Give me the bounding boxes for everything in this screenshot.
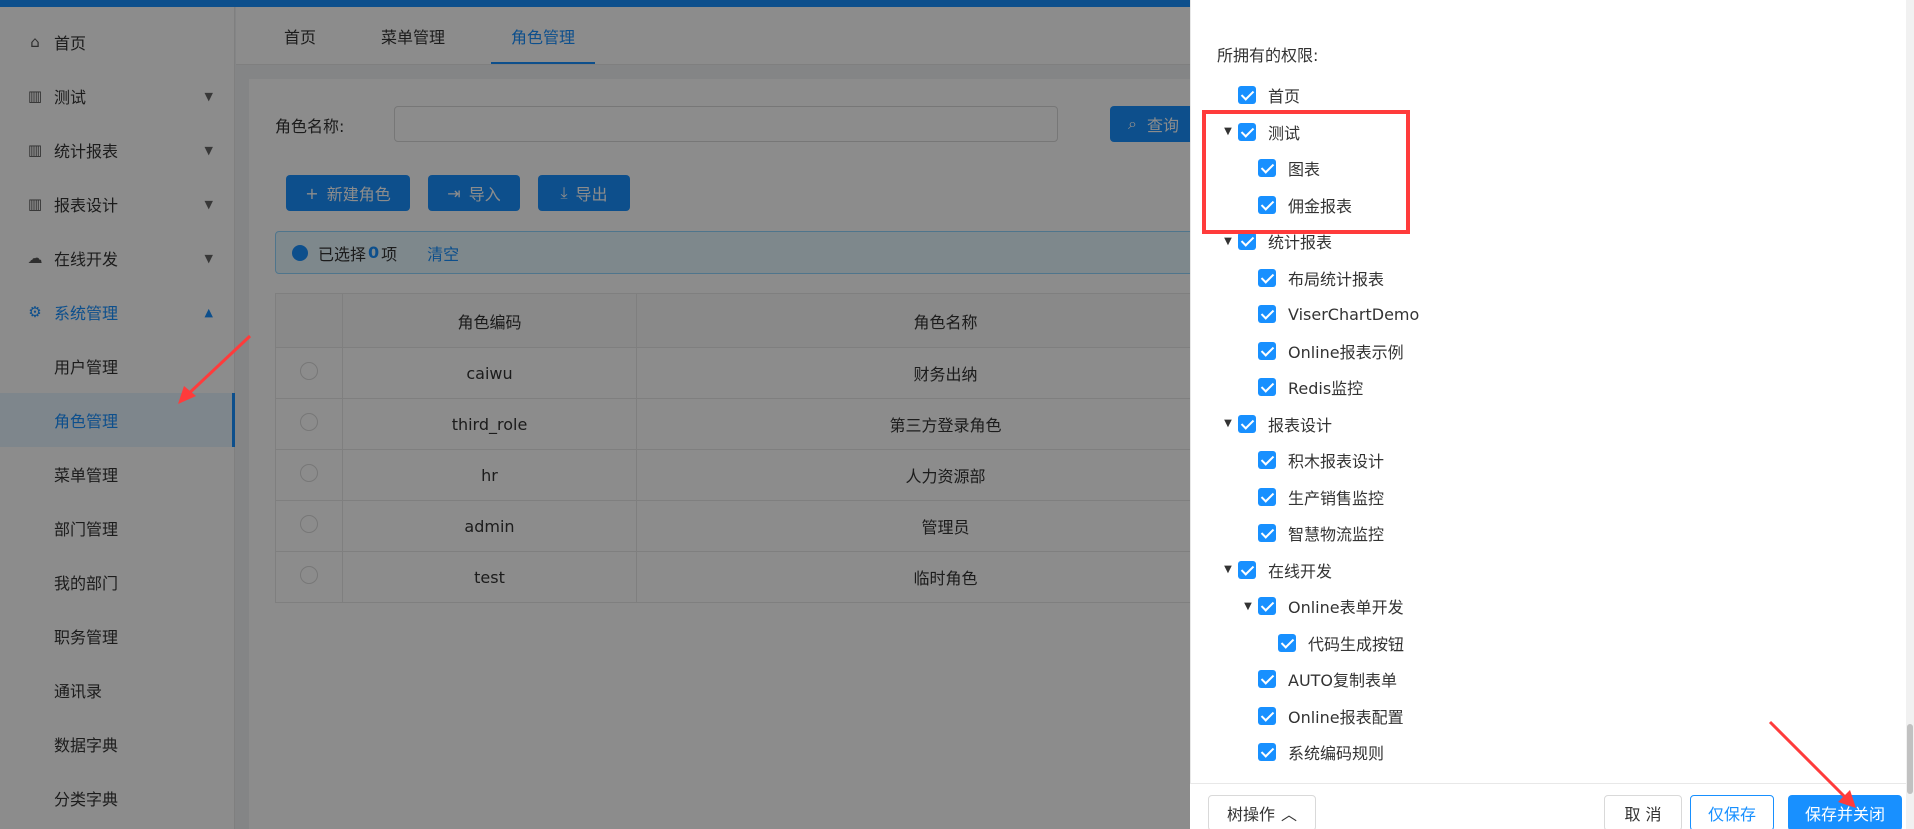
- tree-node[interactable]: 首页: [1218, 80, 1300, 110]
- tree-node-label: Online报表示例: [1288, 342, 1404, 362]
- tree-node-label: 代码生成按钮: [1308, 634, 1405, 654]
- tree-node-label: Redis监控: [1288, 379, 1364, 398]
- tree-node[interactable]: ViserChartDemo: [1238, 299, 1419, 329]
- tree-ops-label: 树操作: [1226, 805, 1275, 824]
- annotation-highlight-box: [1202, 110, 1410, 234]
- permission-title: 所拥有的权限:: [1217, 46, 1319, 65]
- checkbox-checked[interactable]: [1238, 414, 1256, 433]
- caret-down-icon[interactable]: ▼: [1238, 601, 1258, 612]
- save-only-label: 仅保存: [1707, 805, 1756, 824]
- caret-down-icon[interactable]: ▼: [1218, 418, 1238, 429]
- drawer-mask[interactable]: [0, 0, 1190, 829]
- tree-node[interactable]: ▼ 报表设计: [1218, 409, 1332, 439]
- tree-node-label: 系统编码规则: [1288, 744, 1385, 763]
- cancel-label: 取 消: [1624, 805, 1662, 824]
- tree-node[interactable]: ▼ Online表单开发: [1238, 591, 1404, 621]
- checkbox-checked[interactable]: [1258, 341, 1276, 360]
- tree-node[interactable]: 布局统计报表: [1238, 263, 1384, 293]
- caret-down-icon[interactable]: ▼: [1218, 236, 1238, 247]
- checkbox-checked[interactable]: [1258, 597, 1276, 615]
- tree-node[interactable]: 积木报表设计: [1238, 445, 1384, 475]
- tree-node[interactable]: Online报表示例: [1238, 336, 1404, 366]
- checkbox-checked[interactable]: [1258, 268, 1276, 287]
- checkbox-checked[interactable]: [1258, 524, 1276, 542]
- checkbox-checked[interactable]: [1278, 633, 1296, 652]
- tree-node[interactable]: AUTO复制表单: [1238, 664, 1397, 694]
- checkbox-checked[interactable]: [1258, 487, 1276, 506]
- chevron-up-icon: ︿: [1281, 805, 1298, 824]
- tree-node-label: 在线开发: [1268, 561, 1333, 581]
- tree-node-label: Online表单开发: [1288, 598, 1404, 617]
- tree-node-label: ViserChartDemo: [1288, 304, 1420, 324]
- caret-down-icon[interactable]: ▼: [1218, 564, 1238, 575]
- checkbox-checked[interactable]: [1238, 86, 1256, 104]
- checkbox-checked[interactable]: [1258, 305, 1276, 323]
- tree-node-label: 生产销售监控: [1288, 488, 1385, 508]
- checkbox-checked[interactable]: [1238, 560, 1256, 579]
- tree-node-label: 报表设计: [1268, 415, 1333, 435]
- tree-ops-button[interactable]: 树操作 ︿: [1208, 795, 1316, 829]
- tree-node-label: 布局统计报表: [1288, 269, 1385, 289]
- tree-node[interactable]: 智慧物流监控: [1238, 518, 1384, 548]
- checkbox-checked[interactable]: [1258, 706, 1276, 725]
- cancel-button[interactable]: 取 消: [1604, 795, 1682, 829]
- tree-node[interactable]: 代码生成按钮: [1258, 628, 1404, 658]
- drawer-scrollbar[interactable]: [1906, 0, 1914, 829]
- save-close-label: 保存并关闭: [1804, 805, 1885, 824]
- tree-node[interactable]: Online报表配置: [1238, 701, 1404, 731]
- tree-node-label: AUTO复制表单: [1288, 671, 1398, 690]
- scrollbar-thumb[interactable]: [1907, 724, 1913, 794]
- checkbox-checked[interactable]: [1238, 232, 1256, 250]
- checkbox-checked[interactable]: [1258, 451, 1276, 469]
- tree-node-label: 积木报表设计: [1288, 452, 1385, 471]
- tree-node[interactable]: Redis监控: [1238, 372, 1363, 402]
- save-close-button[interactable]: 保存并关闭: [1788, 795, 1902, 829]
- save-only-button[interactable]: 仅保存: [1690, 795, 1774, 829]
- checkbox-checked[interactable]: [1258, 378, 1276, 396]
- tree-node-label: 智慧物流监控: [1288, 525, 1385, 544]
- tree-node[interactable]: 生产销售监控: [1238, 482, 1384, 512]
- tree-node-label: 首页: [1268, 87, 1301, 106]
- tree-node[interactable]: 系统编码规则: [1238, 737, 1384, 767]
- checkbox-checked[interactable]: [1258, 670, 1276, 688]
- tree-node[interactable]: ▼ 在线开发: [1218, 555, 1332, 585]
- tree-node-label: Online报表配置: [1288, 707, 1404, 727]
- checkbox-checked[interactable]: [1258, 743, 1276, 761]
